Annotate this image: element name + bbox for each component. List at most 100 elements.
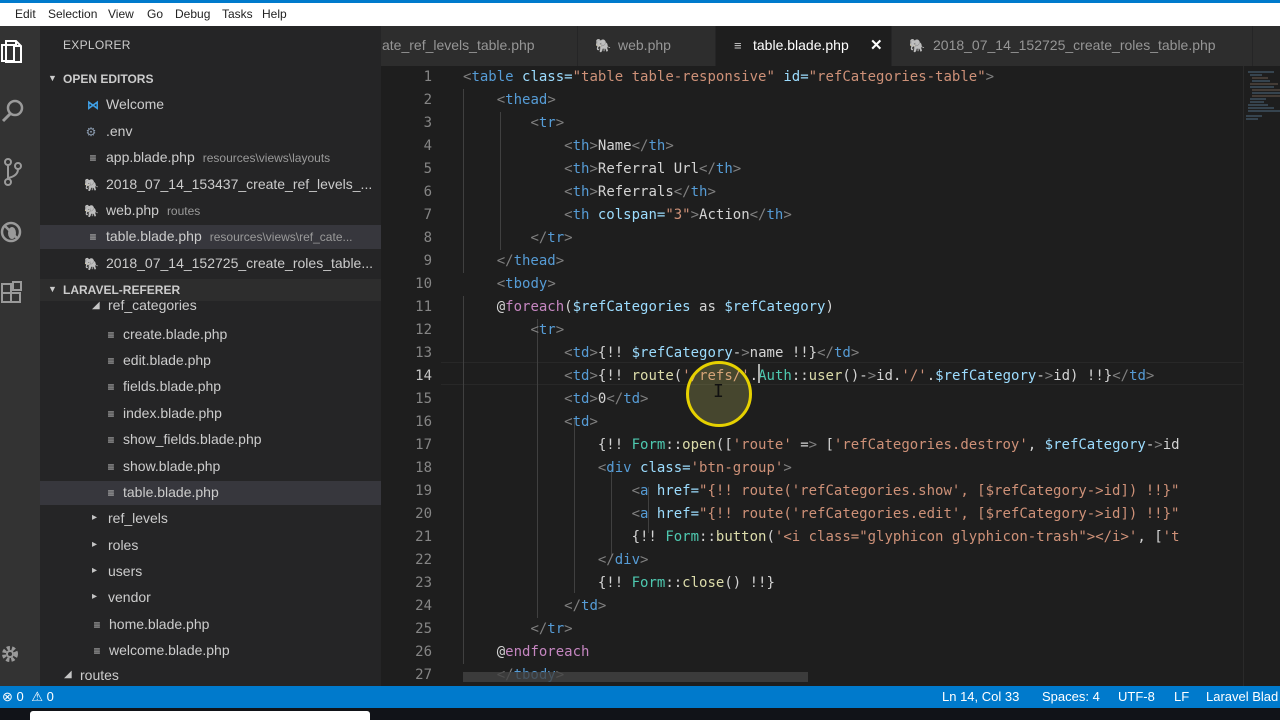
- editor-tab-bar: ate_ref_levels_table.php 🐘 web.php ≡ tab…: [381, 26, 1280, 66]
- code-line[interactable]: @endforeach: [463, 641, 590, 664]
- code-line[interactable]: <tr>: [463, 319, 564, 342]
- tree-file[interactable]: ≡ welcome.blade.php: [40, 639, 381, 663]
- code-line[interactable]: <div class='btn-group'>: [463, 457, 792, 480]
- code-line[interactable]: <td>0</td>: [463, 388, 648, 411]
- code-line[interactable]: <a href="{!! route('refCategories.show',…: [463, 480, 1180, 503]
- tree-file[interactable]: ≡ fields.blade.php: [40, 375, 381, 399]
- menu-tasks[interactable]: Tasks: [222, 7, 253, 21]
- code-line[interactable]: <table class="table table-responsive" id…: [463, 66, 994, 89]
- open-editors-header[interactable]: ▼ OPEN EDITORS: [40, 68, 381, 90]
- code-line[interactable]: {!! Form::close() !!}: [463, 572, 775, 595]
- code-line[interactable]: <tr>: [463, 112, 564, 135]
- line-number: 23: [415, 575, 432, 591]
- lines-file-icon: ≡: [734, 38, 742, 53]
- chevron-right-icon: ▸: [92, 512, 98, 523]
- tree-folder[interactable]: ▸ users: [40, 560, 381, 584]
- tree-file[interactable]: ≡ show_fields.blade.php: [40, 428, 381, 452]
- code-line[interactable]: </td>: [463, 595, 606, 618]
- lines-file-icon: ≡: [107, 407, 115, 421]
- gear-icon[interactable]: [0, 638, 40, 678]
- vscode-icon: ⋈: [87, 98, 99, 112]
- php-icon: 🐘: [595, 38, 612, 53]
- menu-debug[interactable]: Debug: [175, 7, 210, 21]
- minimap[interactable]: [1243, 66, 1280, 686]
- language-mode[interactable]: Laravel Blad: [1206, 689, 1278, 704]
- tree-file[interactable]: ≡ show.blade.php: [40, 455, 381, 479]
- encoding-setting[interactable]: UTF-8: [1118, 689, 1155, 704]
- tab-overflow[interactable]: [1253, 26, 1280, 66]
- line-number: 24: [415, 598, 432, 614]
- open-editor-item[interactable]: ⚙ .env: [40, 120, 381, 144]
- project-header[interactable]: ▼ LARAVEL-REFERER: [40, 279, 381, 301]
- code-line[interactable]: @foreach($refCategories as $refCategory): [463, 296, 834, 319]
- line-number: 15: [415, 391, 432, 407]
- tree-folder[interactable]: ◢ ref_categories: [40, 299, 381, 317]
- open-editor-item-active[interactable]: ≡ table.blade.php resources\views\ref_cat…: [40, 225, 381, 249]
- tab-create-roles[interactable]: 🐘 2018_07_14_152725_create_roles_table.p…: [892, 26, 1253, 66]
- code-line[interactable]: {!! Form::button('<i class="glyphicon gl…: [463, 526, 1180, 549]
- line-number: 26: [415, 644, 432, 660]
- tab-table-blade[interactable]: ≡ table.blade.php ✕: [716, 26, 892, 66]
- menu-view[interactable]: View: [108, 7, 134, 21]
- code-line[interactable]: <th>Referrals</th>: [463, 181, 716, 204]
- tab-create-ref-levels[interactable]: ate_ref_levels_table.php: [381, 26, 578, 66]
- open-editor-item[interactable]: ≡ app.blade.php resources\views\layouts: [40, 146, 381, 170]
- open-editor-item[interactable]: ⋈ Welcome: [40, 93, 381, 117]
- search-icon[interactable]: [0, 92, 40, 132]
- menu-go[interactable]: Go: [147, 7, 163, 21]
- code-line[interactable]: <th colspan="3">Action</th>: [463, 204, 792, 227]
- text-cursor: [758, 364, 760, 383]
- tree-file[interactable]: ≡ create.blade.php: [40, 323, 381, 347]
- code-line[interactable]: {!! Form::open(['route' => ['refCategori…: [463, 434, 1180, 457]
- tree-folder[interactable]: ◢ routes: [40, 667, 381, 686]
- code-line[interactable]: </tr>: [463, 227, 572, 250]
- code-line[interactable]: <td>{!! $refCategory->name !!}</td>: [463, 342, 859, 365]
- horizontal-scrollbar[interactable]: [463, 672, 808, 682]
- lines-file-icon: ≡: [107, 433, 115, 447]
- code-line[interactable]: <a href="{!! route('refCategories.edit',…: [463, 503, 1180, 526]
- indentation-setting[interactable]: Spaces: 4: [1042, 689, 1100, 704]
- code-line[interactable]: <th>Name</th>: [463, 135, 674, 158]
- tree-folder[interactable]: ▸ ref_levels: [40, 507, 381, 531]
- php-icon: 🐘: [84, 204, 99, 218]
- code-line[interactable]: <tbody>: [463, 273, 556, 296]
- tree-file[interactable]: ≡ edit.blade.php: [40, 349, 381, 373]
- code-line[interactable]: </tr>: [463, 618, 572, 641]
- line-number: 7: [423, 207, 432, 223]
- menu-selection[interactable]: Selection: [48, 7, 97, 21]
- menu-help[interactable]: Help: [262, 7, 287, 21]
- code-line[interactable]: </div>: [463, 549, 649, 572]
- code-line[interactable]: <td>: [463, 411, 598, 434]
- code-editor[interactable]: 1 2 3 4 5 6 7 8 9 10 11 12 13 14 15 16 17 18 19 20 21 22 23 24 2…: [381, 66, 1280, 686]
- cursor-position[interactable]: Ln 14, Col 33: [942, 689, 1019, 704]
- lines-file-icon: ≡: [107, 380, 115, 394]
- open-editor-item[interactable]: 🐘 2018_07_14_152725_create_roles_table..…: [40, 252, 381, 276]
- menu-edit[interactable]: Edit: [15, 7, 36, 21]
- tree-file[interactable]: ≡ home.blade.php: [40, 613, 381, 637]
- debug-icon[interactable]: [0, 212, 40, 252]
- code-line[interactable]: <thead>: [463, 89, 556, 112]
- code-line[interactable]: </thead>: [463, 250, 564, 273]
- tree-folder[interactable]: ▸ vendor: [40, 586, 381, 610]
- open-editor-item[interactable]: 🐘 2018_07_14_153437_create_ref_levels_..…: [40, 173, 381, 197]
- line-number: 17: [415, 437, 432, 453]
- tab-web-php[interactable]: 🐘 web.php: [578, 26, 716, 66]
- menu-bar: Edit Selection View Go Debug Tasks Help: [0, 0, 1280, 27]
- explorer-icon[interactable]: [0, 32, 40, 72]
- errors-indicator[interactable]: ⊗ 0 ⚠ 0: [2, 689, 54, 705]
- line-number: 1: [423, 69, 432, 85]
- eol-setting[interactable]: LF: [1174, 689, 1189, 704]
- chevron-down-icon: ◢: [64, 669, 72, 680]
- source-control-icon[interactable]: [0, 152, 40, 192]
- close-icon[interactable]: ✕: [870, 36, 883, 54]
- tree-file-active[interactable]: ≡ table.blade.php: [40, 481, 381, 505]
- code-line[interactable]: <th>Referral Url</th>: [463, 158, 741, 181]
- tree-folder[interactable]: ▸ roles: [40, 534, 381, 558]
- taskbar-search-box[interactable]: [30, 711, 370, 720]
- tree-file[interactable]: ≡ index.blade.php: [40, 402, 381, 426]
- open-editor-item[interactable]: 🐘 web.php routes: [40, 199, 381, 223]
- code-line[interactable]: <td>{!! route('/refs/'.Auth::user()->id.…: [463, 365, 1154, 388]
- extensions-icon[interactable]: [0, 272, 40, 312]
- lines-file-icon: ≡: [89, 230, 97, 244]
- line-number: 25: [415, 621, 432, 637]
